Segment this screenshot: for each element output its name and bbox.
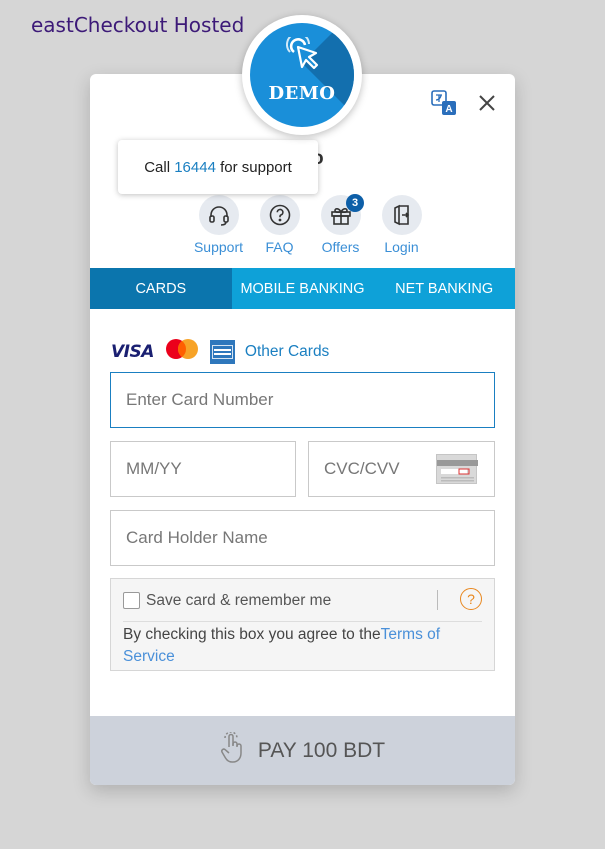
expiry-input[interactable]	[111, 442, 295, 496]
top-icons: A	[431, 90, 497, 116]
login-link[interactable]: Login	[371, 195, 432, 255]
support-phone-number[interactable]: 16444	[174, 159, 216, 176]
language-icon[interactable]: A	[431, 90, 457, 116]
save-card-label: Save card & remember me	[146, 591, 332, 609]
save-card-row: Save card & remember me ?	[123, 588, 482, 622]
card-back-icon	[436, 454, 478, 484]
tab-mobile-banking[interactable]: MOBILE BANKING	[232, 268, 374, 309]
divider	[437, 590, 438, 610]
offers-badge: 3	[346, 194, 364, 212]
page-title: eastCheckout Hosted	[31, 13, 245, 37]
terms-prefix: By checking this box you agree to the	[123, 626, 381, 643]
tab-cards[interactable]: CARDS	[90, 268, 232, 309]
login-icon	[381, 195, 422, 235]
terms-text: By checking this box you agree to theTer…	[123, 624, 482, 668]
demo-badge-text: DEMO	[268, 83, 336, 104]
amex-logo	[209, 339, 235, 364]
pay-button[interactable]: PAY 100 BDT	[90, 716, 515, 785]
cardholder-field[interactable]	[110, 510, 495, 566]
svg-text:A: A	[445, 104, 452, 115]
quick-links: Support FAQ 3 Offers Login	[188, 194, 432, 255]
faq-link[interactable]: FAQ	[249, 195, 310, 255]
save-card-checkbox[interactable]	[123, 592, 140, 609]
card-types: VISA Other Cards	[111, 338, 329, 365]
offers-link[interactable]: 3 Offers	[310, 194, 371, 255]
faq-label: FAQ	[265, 239, 294, 255]
cvc-field[interactable]	[308, 441, 495, 497]
support-tooltip-suffix: for support	[220, 158, 292, 176]
mastercard-logo	[164, 338, 200, 365]
question-icon	[259, 195, 300, 235]
pay-label: PAY 100 BDT	[257, 738, 386, 762]
headset-icon	[198, 195, 239, 235]
support-tooltip: Call 16444 for support	[118, 140, 318, 194]
offers-label: Offers	[321, 239, 360, 255]
tap-hand-icon	[220, 731, 244, 769]
payment-tabs: CARDS MOBILE BANKING NET BANKING	[90, 268, 515, 309]
other-cards-link[interactable]: Other Cards	[245, 343, 329, 361]
support-link[interactable]: Support	[188, 195, 249, 255]
help-icon[interactable]: ?	[460, 588, 482, 610]
support-tooltip-prefix: Call	[144, 158, 171, 176]
expiry-field[interactable]	[110, 441, 296, 497]
cursor-click-icon	[286, 37, 319, 70]
login-label: Login	[384, 239, 419, 255]
tab-net-banking[interactable]: NET BANKING	[373, 268, 515, 309]
close-icon[interactable]	[477, 93, 497, 113]
card-number-input[interactable]	[111, 373, 494, 427]
demo-logo: DEMO	[242, 15, 362, 135]
support-label: Support	[193, 239, 244, 255]
cardholder-input[interactable]	[111, 511, 494, 565]
save-card-box: Save card & remember me ? By checking th…	[110, 578, 495, 671]
visa-logo: VISA	[111, 341, 154, 362]
card-number-field[interactable]	[110, 372, 495, 428]
